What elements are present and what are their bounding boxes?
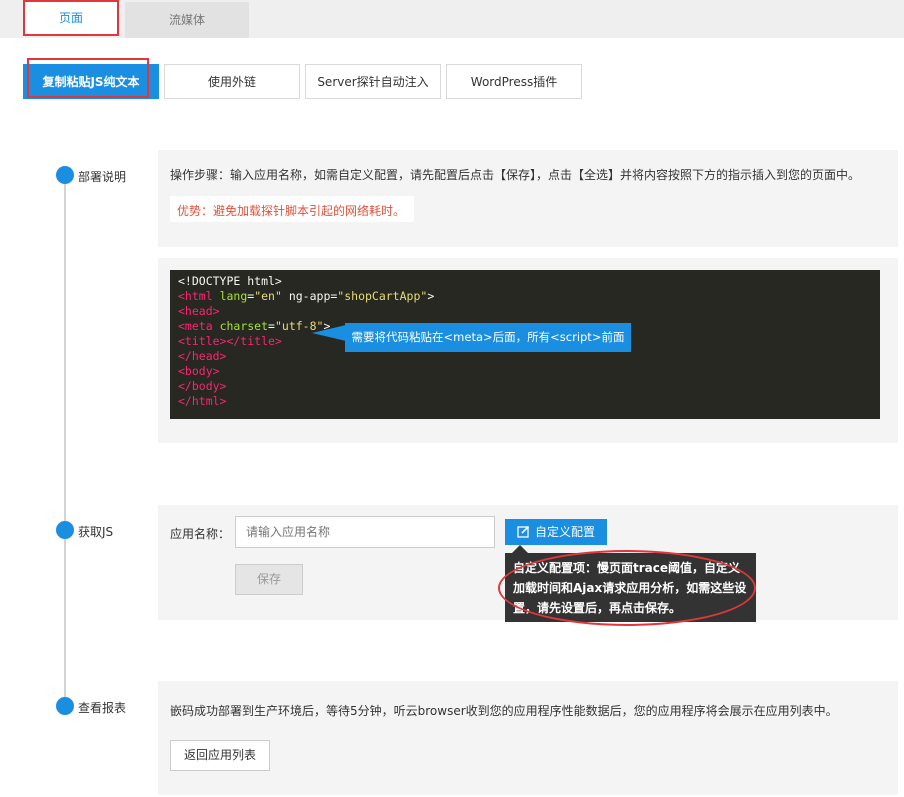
subtab-server-probe[interactable]: Server探针自动注入 (305, 64, 441, 99)
step-dot-get-js (56, 521, 74, 539)
custom-config-label: 自定义配置 (534, 525, 595, 539)
code-line: <html lang="en" ng-app="shopCartApp"> (178, 289, 435, 303)
highlight-ellipse (498, 550, 756, 626)
timeline-line (64, 175, 66, 710)
code-hint-bubble: 需要将代码粘贴在<meta>后面，所有<script>前面 (345, 323, 631, 352)
custom-config-button[interactable]: 自定义配置 (505, 519, 607, 545)
subtab-external-link[interactable]: 使用外链 (164, 64, 300, 99)
subtab-wordpress-plugin[interactable]: WordPress插件 (446, 64, 582, 99)
step-dot-deploy (56, 166, 74, 184)
tab-page[interactable]: 页面 (23, 0, 119, 36)
save-button[interactable]: 保存 (235, 564, 303, 595)
code-line: <!DOCTYPE html> (178, 274, 282, 288)
back-to-app-list-button[interactable]: 返回应用列表 (170, 740, 270, 771)
tooltip-arrow (512, 545, 528, 553)
code-line: </body> (178, 379, 227, 393)
code-line: </html> (178, 394, 227, 408)
step-dot-report (56, 697, 74, 715)
tab-streaming[interactable]: 流媒体 (125, 2, 249, 38)
app-name-input[interactable] (235, 516, 495, 548)
deploy-instructions: 操作步骤：输入应用名称，如需自定义配置，请先配置后点击【保存】，点击【全选】并将… (170, 168, 861, 182)
report-panel (158, 681, 898, 795)
highlight-box (27, 58, 149, 98)
advantage-text: 优势：避免加载探针脚本引起的网络耗时。 (177, 204, 406, 218)
step-label-report: 查看报表 (78, 701, 127, 715)
code-line: <head> (178, 304, 220, 318)
app-name-label: 应用名称： (170, 527, 231, 541)
step-label-get-js: 获取JS (78, 525, 114, 539)
edit-icon (517, 525, 530, 538)
code-line: <body> (178, 364, 220, 378)
step-label-deploy: 部署说明 (78, 170, 127, 184)
code-hint-pointer (312, 325, 346, 341)
report-text: 嵌码成功部署到生产环境后，等待5分钟，听云browser收到您的应用程序性能数据… (170, 704, 838, 718)
